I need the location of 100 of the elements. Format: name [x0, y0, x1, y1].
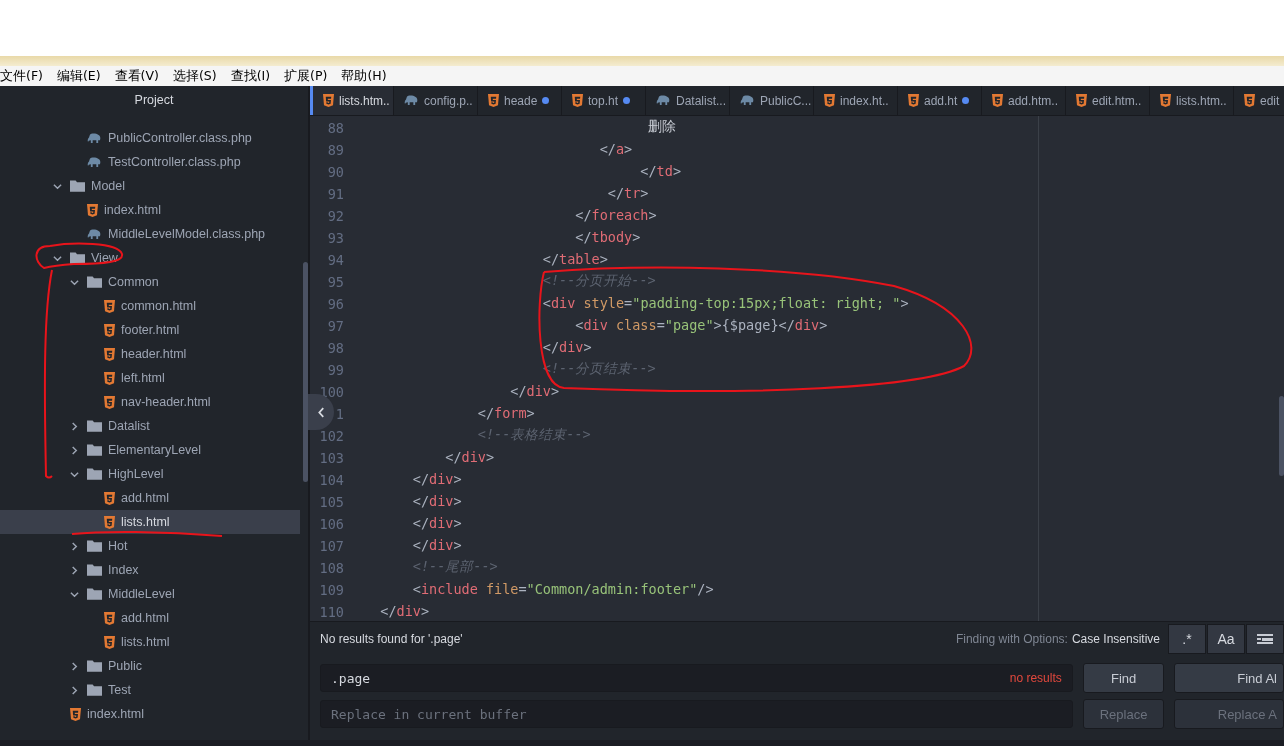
code-line: </div> [379, 603, 430, 619]
tree-item[interactable]: Index [56, 558, 300, 582]
tree-item[interactable]: left.html [56, 366, 300, 390]
code-line: </div> [411, 493, 462, 509]
tree-item[interactable]: nav-header.html [56, 390, 300, 414]
html5-icon [1160, 94, 1171, 107]
line-number: 105 [319, 493, 344, 510]
folder-icon [87, 588, 102, 600]
folder-icon [87, 276, 102, 288]
file-tab[interactable]: config.p.. [394, 86, 478, 115]
tree-item[interactable]: add.html [56, 486, 300, 510]
tree-item[interactable]: lists.html [0, 510, 300, 534]
html5-icon [104, 491, 115, 505]
scrollbar[interactable] [303, 262, 308, 482]
tree-item[interactable]: HighLevel [56, 462, 300, 486]
file-tab[interactable]: lists.htm.. [310, 86, 394, 115]
file-tab[interactable]: top.ht [562, 86, 646, 115]
replace-field[interactable]: Replace in current buffer [320, 700, 1073, 728]
tree-item[interactable]: index.html [56, 198, 300, 222]
line-number: 107 [319, 537, 344, 554]
folder-icon [87, 660, 102, 672]
file-tab[interactable]: Datalist... [646, 86, 730, 115]
tree-item[interactable]: MiddleLevel [56, 582, 300, 606]
file-tab[interactable]: add.ht [898, 86, 982, 115]
html5-icon [104, 347, 115, 361]
code-line: 删除 [647, 118, 677, 136]
html5-icon [104, 299, 115, 313]
find-button[interactable]: Find [1082, 663, 1165, 693]
line-number: 102 [319, 427, 344, 444]
menu-item[interactable]: 选择(S) [172, 67, 217, 85]
tree-item[interactable]: lists.html [56, 630, 300, 654]
line-number: 109 [319, 581, 344, 598]
tree-item[interactable]: add.html [56, 606, 300, 630]
tree-item[interactable]: header.html [56, 342, 300, 366]
file-tab[interactable]: heade [478, 86, 562, 115]
code-line: </div> [541, 339, 592, 355]
code-line: <!--尾部--> [411, 558, 498, 576]
tree-item[interactable]: Common [56, 270, 300, 294]
selection-toggle[interactable] [1246, 624, 1284, 654]
file-tab[interactable]: PublicC... [730, 86, 814, 115]
match-case-toggle[interactable]: Aa [1207, 624, 1245, 654]
tree-item[interactable]: common.html [56, 294, 300, 318]
code-line: </td> [639, 163, 681, 179]
tree-item[interactable]: Hot [56, 534, 300, 558]
file-tab[interactable]: edit.htm.. [1066, 86, 1150, 115]
find-field[interactable]: .page no results [320, 664, 1073, 692]
html5-icon [87, 203, 98, 217]
line-number: 92 [327, 207, 344, 224]
menu-item[interactable]: 扩展(P) [284, 67, 328, 85]
folder-icon [70, 180, 85, 192]
line-number: 106 [319, 515, 344, 532]
menu-item[interactable]: 帮助(H) [341, 67, 387, 85]
code-line: </tr> [606, 185, 649, 201]
code-line: </div> [411, 537, 462, 553]
tree-item[interactable]: ElementaryLevel [56, 438, 300, 462]
find-all-button[interactable]: Find Al [1174, 663, 1284, 693]
line-number: 99 [327, 361, 344, 378]
html5-icon [1244, 94, 1255, 107]
lines-icon [1257, 634, 1273, 644]
regex-toggle[interactable]: .* [1168, 624, 1206, 654]
menu-item[interactable]: 查找(I) [230, 67, 271, 85]
options-label: Finding with Options: [955, 632, 1068, 646]
code-line: </foreach> [574, 207, 657, 223]
line-number: 103 [319, 449, 344, 466]
tree-item[interactable]: MiddleLevelModel.class.php [56, 222, 300, 246]
tree-item[interactable]: Test [56, 678, 300, 702]
folder-icon [87, 564, 102, 576]
folder-icon [70, 252, 85, 264]
folder-icon [87, 468, 102, 480]
file-tab[interactable]: lists.htm.. [1150, 86, 1234, 115]
code-line: </div> [411, 471, 462, 487]
line-number: 89 [327, 141, 344, 158]
status-message: No results found for '.page' [320, 632, 464, 646]
menu-item[interactable]: 编辑(E) [56, 67, 101, 85]
html5-icon [572, 94, 583, 107]
elephant-icon [656, 95, 671, 106]
code-line: <include file="Common/admin:footer"/> [411, 581, 714, 597]
tree-item[interactable]: Public [56, 654, 300, 678]
result-message: no results [1009, 671, 1062, 685]
tree-item[interactable]: Model [0, 174, 300, 198]
menu-item[interactable]: 文件(F) [0, 67, 43, 85]
scrollbar[interactable] [1279, 396, 1284, 476]
elephant-icon [87, 156, 102, 168]
tree-item[interactable]: footer.html [56, 318, 300, 342]
file-tab[interactable]: add.htm.. [982, 86, 1066, 115]
options-value: Case Insensitive [1071, 632, 1160, 646]
tree-item[interactable]: TestController.class.php [56, 150, 300, 174]
tree-item[interactable]: index.html [0, 702, 300, 726]
menu-item[interactable]: 查看(V) [114, 67, 159, 85]
tree-item[interactable]: Datalist [56, 414, 300, 438]
html5-icon [488, 94, 499, 107]
file-tab[interactable]: index.ht.. [814, 86, 898, 115]
elephant-icon [740, 95, 755, 106]
line-number: 90 [327, 163, 344, 180]
html5-icon [104, 371, 115, 385]
html5-icon [992, 94, 1003, 107]
file-tab[interactable]: edit [1234, 86, 1284, 115]
tree-item[interactable]: PublicController.class.php [56, 126, 300, 150]
code-line: </a> [598, 141, 633, 157]
code-line: <div style="padding-top:15px;float: right; "> [541, 295, 909, 311]
